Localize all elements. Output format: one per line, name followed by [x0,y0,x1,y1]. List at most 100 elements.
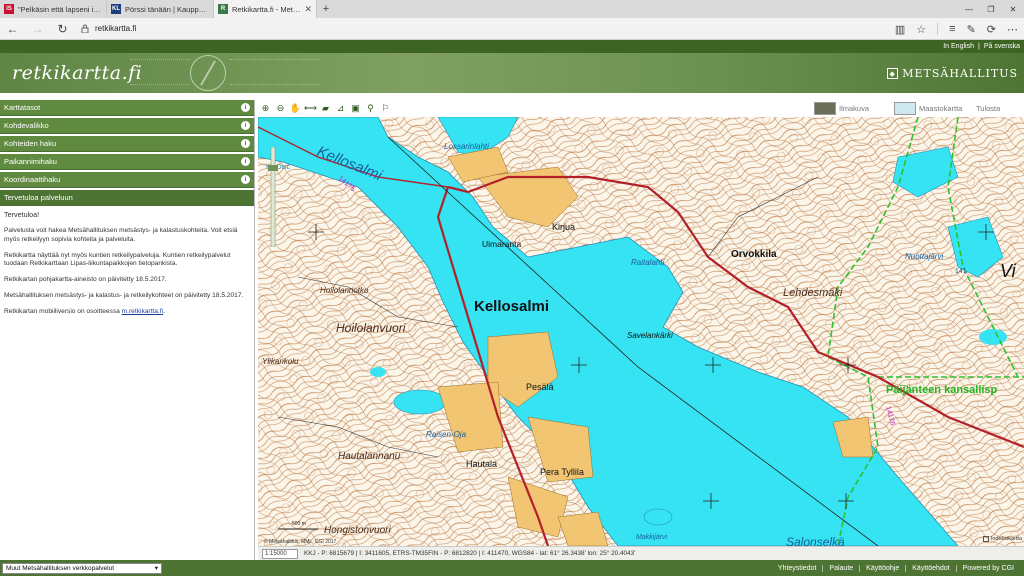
window-controls: — ❐ ✕ [958,0,1024,18]
kauppalehti-favicon-icon: KL [111,4,121,14]
footer-link-palaute[interactable]: Palaute [822,564,859,572]
share-icon[interactable]: ⟳ [987,23,996,36]
compass-decoration-icon [190,55,226,91]
accordion-label: Koordinaattihaku [4,175,61,184]
aerial-thumb-icon [814,102,836,115]
accordion-paikannimihaku[interactable]: Paikannimihaku i [0,154,254,170]
welcome-paragraph: Retkikartan mobiiliversio on osoitteessa… [4,308,250,317]
road-number-141: 141 [955,268,967,275]
pond [643,508,673,526]
map-label-kirjua: Kirjua [552,222,575,232]
basemap-ilmakuva[interactable]: Ilmakuva [814,100,869,117]
profile-icon[interactable]: ⊿ [333,102,348,116]
info-icon[interactable]: i [241,175,250,184]
browser-toolbar: ▥ ☆ ≡ ✎ ⟳ ⋯ [895,18,1018,40]
basemap-maastokartta[interactable]: Maastokartta [894,100,962,117]
map-label-hoilolanvuori: Hoilolanvuori [336,321,406,335]
browser-tab-bar: IS "Pelkäsin että lapseni ihonv KL Pörss… [0,0,1024,18]
refresh-icon[interactable]: ↻ [50,22,75,36]
site-banner: retkikartta.fi ◆ METSÄHALLITUS [0,53,1024,93]
index-map-toggle[interactable]: Indeksikartta [982,536,1022,542]
select-box-icon[interactable]: ▣ [348,102,363,116]
mobile-site-link[interactable]: m.retkikartta.fi [122,308,163,315]
footer-link-powered-by[interactable]: Powered by CGI [955,564,1020,572]
index-map-icon [982,536,989,542]
print-button[interactable]: Tulosta [976,100,1000,117]
browser-tab-1[interactable]: IS "Pelkäsin että lapseni ihonv [0,0,107,18]
close-window-icon[interactable]: ✕ [1002,0,1024,18]
footer-links: Yhteystiedot Palaute Käyttöohje Käyttöeh… [772,564,1024,572]
retkikartta-favicon-icon: R [218,4,228,14]
map-label-vi: Vi [1000,261,1017,281]
info-icon[interactable]: i [241,139,250,148]
accordion-kohteiden-haku[interactable]: Kohteiden haku i [0,136,254,152]
browser-tab-2[interactable]: KL Pörssi tänään | Kauppalehti. [107,0,214,18]
maximize-icon[interactable]: ❐ [980,0,1002,18]
lock-icon [81,24,89,33]
map-label-salonselka: Salonselkä [786,535,845,546]
address-bar-row: ← → ↻ retkikartta.fi ▥ ☆ ≡ ✎ ⟳ ⋯ [0,18,1024,40]
scale-select[interactable]: 1:15000 [262,548,298,559]
url-field[interactable]: retkikartta.fi [81,24,136,33]
metsahallitus-brand: ◆ METSÄHALLITUS [887,67,1018,80]
decorative-map-strip [230,59,320,85]
reading-view-icon[interactable]: ▥ [895,23,905,36]
topographic-map[interactable]: Kellosalmi Lossarinlahti Kirjua Uimarant… [258,117,1024,546]
lang-link-swedish[interactable]: På svenska [984,43,1020,50]
accordion-karttatasot[interactable]: Karttatasot i [0,100,254,116]
new-tab-button[interactable]: + [317,0,335,18]
measure-area-icon[interactable]: ▰ [318,102,333,116]
brand-name: METSÄHALLITUS [902,67,1018,80]
footer-link-yhteystiedot[interactable]: Yhteystiedot [772,565,823,572]
tab-title: Retkikartta.fi - Metsähal [232,4,301,14]
lang-link-english[interactable]: In English [943,43,974,50]
footer-link-kayttoehdot[interactable]: Käyttöehdot [905,564,955,572]
browser-tab-3-active[interactable]: R Retkikartta.fi - Metsähal ✕ [214,0,317,18]
zoom-out-icon[interactable]: ⊖ [273,102,288,116]
link-icon[interactable]: ⚲ [363,102,378,116]
map-area[interactable]: ⊕ ⊖ ✋ ⟷ ▰ ⊿ ▣ ⚲ ⚐ Ilmakuva Maastokartta … [258,100,1024,560]
map-label-makkijarvi: Makkijärvi [636,534,668,541]
pan-hand-icon[interactable]: ✋ [288,102,303,116]
accordion-label: Kohteiden haku [4,139,57,148]
welcome-paragraph: Retkikartta näyttää nyt myös kuntien ret… [4,251,231,268]
info-icon[interactable]: i [241,103,250,112]
location-pin-icon[interactable]: ⚐ [378,102,393,116]
map-label-hautalannanu: Hautalannanu [338,451,401,462]
other-services-select[interactable]: Muut Metsähallituksen verkkopalvelut ▾ [2,562,162,574]
retkikartta-logo[interactable]: retkikartta.fi [12,62,142,84]
forward-arrow-icon[interactable]: → [25,22,50,36]
map-label-hautala: Hautala [466,459,497,469]
accordion-tervetuloa[interactable]: Tervetuloa palveluun [0,190,254,206]
map-label-lehdesmaki: Lehdesmäki [783,287,843,299]
map-label-raisenoja: Raisen-Oja [426,430,467,439]
hub-icon[interactable]: ≡ [949,23,955,35]
accordion-koordinaattihaku[interactable]: Koordinaattihaku i [0,172,254,188]
back-arrow-icon[interactable]: ← [0,22,25,36]
welcome-paragraph: Retkikartan pohjakartta-aineisto on päiv… [4,276,167,284]
toolbar-divider [937,23,939,35]
map-label-peratyllila: Pera Tyllila [540,467,584,477]
footer-link-kayttoohje[interactable]: Käyttöohje [859,564,905,572]
map-label-uimaranta: Uimaranta [482,239,521,249]
divider: | [977,43,980,50]
web-note-icon[interactable]: ✎ [967,23,976,36]
pond [979,329,1007,345]
info-icon[interactable]: i [241,157,250,166]
measure-distance-icon[interactable]: ⟷ [303,102,318,116]
info-icon[interactable]: i [241,121,250,130]
language-bar: In English | På svenska [0,40,1024,53]
sidebar: Karttatasot i Kohdevalikko i Kohteiden hak… [0,100,255,560]
accordion-kohdevalikko[interactable]: Kohdevalikko i [0,118,254,134]
map-label-orvokkila: Orvokkila [731,249,777,260]
map-label-nuottajarvi: Nuottajärvi [905,252,943,261]
favorite-star-icon[interactable]: ☆ [916,23,926,36]
zoom-slider[interactable] [268,147,278,247]
zoom-in-icon[interactable]: ⊕ [258,102,273,116]
minimize-icon[interactable]: — [958,0,980,18]
close-tab-icon[interactable]: ✕ [304,4,312,15]
more-icon[interactable]: ⋯ [1007,23,1018,36]
iltasanomat-favicon-icon: IS [4,4,14,14]
accordion-label: Tervetuloa palveluun [4,193,73,202]
metsahallitus-logo-icon: ◆ [887,68,899,79]
